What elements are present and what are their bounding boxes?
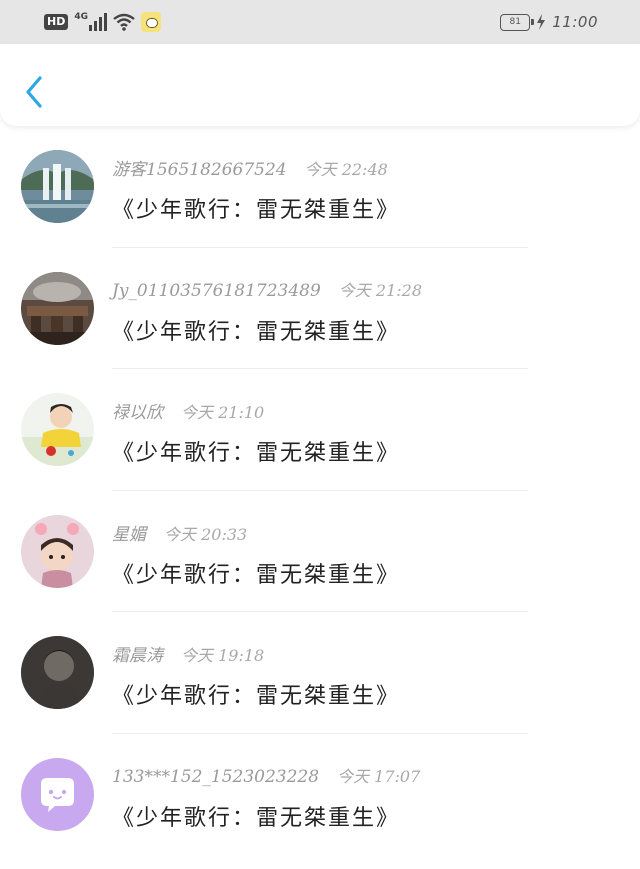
message-meta: 禄以欣 今天 21:10 — [112, 398, 264, 423]
sender-name: 星媚 — [112, 520, 146, 545]
message-item[interactable]: 星媚 今天 20:33 《少年歌行：雷无桀重生》 — [0, 505, 640, 627]
wifi-icon — [113, 13, 135, 31]
divider — [112, 733, 528, 734]
status-left: HD 4G — [44, 11, 161, 33]
avatar[interactable] — [21, 636, 94, 709]
message-text: 《少年歌行：雷无桀重生》 — [112, 800, 400, 832]
sender-name: 禄以欣 — [112, 398, 163, 423]
sender-name: 133***152_1523023228 — [112, 767, 319, 787]
app-notification-icon — [141, 12, 161, 32]
message-text: 《少年歌行：雷无桀重生》 — [112, 192, 400, 224]
message-text: 《少年歌行：雷无桀重生》 — [112, 557, 400, 589]
sender-name: 游客1565182667524 — [112, 155, 287, 180]
message-meta: Jy_01103576181723489 今天 21:28 — [112, 277, 422, 301]
chevron-left-icon[interactable] — [20, 72, 50, 112]
message-item[interactable]: Jy_01103576181723489 今天 21:28 《少年歌行：雷无桀重… — [0, 262, 640, 384]
message-time: 今天 20:33 — [164, 521, 247, 545]
message-meta: 星媚 今天 20:33 — [112, 520, 247, 545]
message-meta: 133***152_1523023228 今天 17:07 — [112, 763, 420, 787]
message-time: 今天 22:48 — [305, 156, 388, 180]
avatar[interactable] — [21, 272, 94, 345]
message-list: 游客1565182667524 今天 22:48 《少年歌行：雷无桀重生》 Jy… — [0, 140, 640, 869]
message-item[interactable]: 禄以欣 今天 21:10 《少年歌行：雷无桀重生》 — [0, 383, 640, 505]
top-header — [0, 44, 640, 126]
message-time: 今天 17:07 — [337, 763, 420, 787]
message-item[interactable]: 霜晨涛 今天 19:18 《少年歌行：雷无桀重生》 — [0, 626, 640, 748]
status-time: 11:00 — [552, 13, 598, 31]
hd-badge: HD — [44, 14, 68, 30]
avatar[interactable] — [21, 393, 94, 466]
chat-bubble-icon[interactable] — [21, 758, 94, 831]
battery-icon: 81 — [500, 14, 530, 31]
message-time: 今天 21:28 — [339, 277, 422, 301]
avatar[interactable] — [21, 150, 94, 223]
message-meta: 游客1565182667524 今天 22:48 — [112, 155, 388, 180]
message-time: 今天 21:10 — [181, 399, 264, 423]
status-right: 81 11:00 — [500, 12, 598, 32]
sender-name: 霜晨涛 — [112, 641, 163, 666]
message-meta: 霜晨涛 今天 19:18 — [112, 641, 264, 666]
message-text: 《少年歌行：雷无桀重生》 — [112, 435, 400, 467]
message-text: 《少年歌行：雷无桀重生》 — [112, 678, 400, 710]
message-item[interactable]: 133***152_1523023228 今天 17:07 《少年歌行：雷无桀重… — [0, 748, 640, 869]
message-text: 《少年歌行：雷无桀重生》 — [112, 314, 400, 346]
divider — [112, 490, 528, 491]
message-time: 今天 19:18 — [181, 642, 264, 666]
status-bar: HD 4G 81 11:00 — [0, 0, 640, 44]
message-item[interactable]: 游客1565182667524 今天 22:48 《少年歌行：雷无桀重生》 — [0, 140, 640, 262]
divider — [112, 611, 528, 612]
divider — [112, 368, 528, 369]
cellular-signal-icon: 4G — [74, 13, 107, 31]
charging-bolt-icon — [536, 14, 546, 30]
network-type-label: 4G — [74, 13, 88, 22]
sender-name: Jy_01103576181723489 — [112, 281, 321, 301]
avatar[interactable] — [21, 515, 94, 588]
divider — [112, 247, 528, 248]
